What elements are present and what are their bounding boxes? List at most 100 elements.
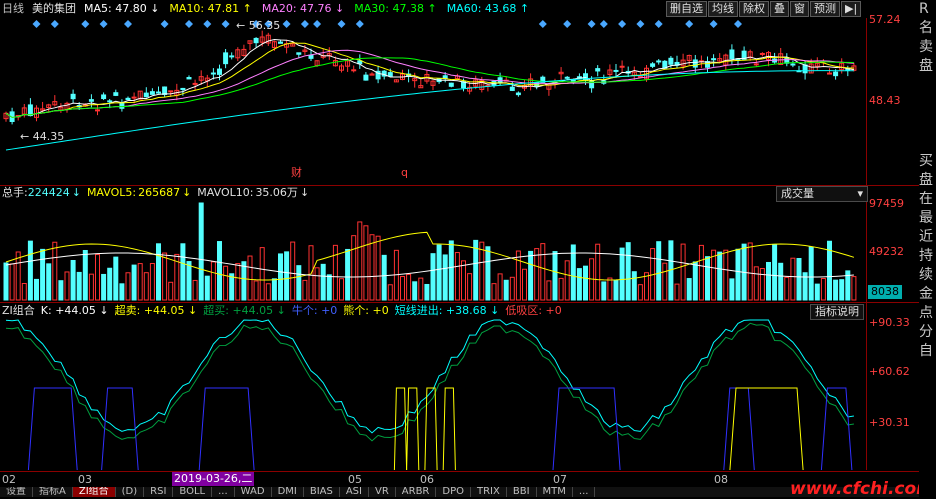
xaxis-label-may: 05 [348,473,362,486]
chevron-down-icon: ▾ [857,187,863,200]
volume-bar [290,241,296,301]
volume-dropdown-label: 成交量 [781,187,814,200]
volume-bar [686,278,692,301]
indicator-legend-item: 超买: +44.05 ↓ [203,304,286,317]
indicator-axis-low: +30.31 [869,416,910,429]
volume-bar [27,240,33,301]
indicator-tab[interactable]: ASI [340,487,369,497]
indicator-tab[interactable]: BBI [507,487,537,497]
signal-diamond-icon [99,20,108,28]
volume-bar [247,255,253,301]
indicator-help-button[interactable]: 指标说明 [810,304,864,320]
side-panel-glyph: 金 [919,286,933,302]
side-panel-glyph: 卖 [919,39,933,55]
volume-indicator-dropdown[interactable]: 成交量 ▾ [776,186,868,202]
indicator-tab[interactable]: ... [212,487,235,497]
indicator-tab[interactable]: ... [573,487,596,497]
indicator-tab[interactable]: DPO [436,487,471,497]
signal-diamond-icon [81,20,90,28]
indicator-tab[interactable]: BOLL [173,487,213,497]
volume-bar [674,283,680,301]
price-candle [223,52,229,65]
indicator-legend-item: 熊个: +0 [343,304,389,317]
bear-signal-pulse [442,387,456,470]
side-panel-glyph: 自 [919,343,933,359]
signal-diamond-icon [734,20,742,28]
volume-bar [503,279,509,301]
volume-bar [839,279,845,301]
volume-bar [278,253,283,301]
indicator-name[interactable]: ZI组合 [2,304,35,318]
indicator-tab[interactable]: 指标A [33,487,73,497]
volume-axis-mid: 49232 [869,245,904,258]
volume-bar [735,248,741,301]
high-price-marker: ← 56.35 [236,19,281,32]
volume-bar [772,244,778,301]
volume-bar [204,275,210,301]
volume-bar [491,283,497,301]
indicator-tab[interactable]: ZI组合 [72,487,116,497]
volume-bar [15,251,21,301]
total-volume-label: 总手: [2,186,28,199]
price-candle [70,93,76,100]
volume-bar [625,242,631,301]
price-candle [363,74,369,81]
bull-signal-pulse [198,387,255,470]
indicator-tab[interactable]: WAD [235,487,272,497]
volume-bar [192,279,198,301]
financial-report-marker[interactable]: 财 [291,166,302,180]
indicator-tab[interactable]: MTM [537,487,573,497]
ma-line [5,57,854,118]
q-event-marker[interactable]: q [401,166,408,180]
volume-bar [259,247,265,301]
volume-bar [729,278,735,301]
price-candle [570,79,576,82]
indicator-tab[interactable]: RSI [144,487,174,497]
indicator-legend-item: 牛个: +0 [291,304,338,317]
indicator-legend-item: 短线进出: +38.68 ↓ [394,304,500,317]
volume-bar [95,254,100,301]
indicator-tab[interactable]: 设置 [0,487,33,497]
price-candle [802,64,808,74]
watermark: www.cfchi.com [790,479,934,499]
volume-bar [522,268,527,301]
indicator-legend-item: 低吸区: +0 [505,304,562,317]
volume-bar [345,248,351,301]
volume-bar [424,283,430,301]
volume-bar [180,243,186,301]
indicator-tab[interactable]: DMI [272,487,304,497]
volume-bar [101,273,107,301]
indicator-tab[interactable]: VR [369,487,396,497]
price-candle [101,94,107,100]
price-candle [351,69,357,72]
indicator-tab[interactable]: (D) [116,487,145,497]
price-candle [125,97,131,101]
indicator-tab[interactable]: BIAS [304,487,340,497]
volume-bar [479,241,485,301]
volume-bar [21,282,27,301]
signal-diamond-icon [654,20,663,28]
side-panel-glyph [919,95,936,114]
chart-canvas[interactable] [0,0,866,470]
volume-bar [229,273,235,301]
xaxis-label-jun: 06 [420,473,434,486]
side-panel-glyph: 买 [919,153,933,169]
volume-bar [814,283,820,301]
mavol5-label: MAVOL5: [86,186,137,199]
price-candle [210,72,216,75]
volume-bar [162,252,168,301]
price-candle [387,72,393,77]
volume-bar [723,249,729,301]
price-candle [613,69,619,72]
price-candle [27,104,33,117]
signal-diamond-icon [160,20,169,28]
volume-bar [509,276,515,301]
indicator-tab[interactable]: TRIX [471,487,507,497]
signal-diamond-icon [587,20,596,28]
volume-bar [406,273,412,301]
indicator-tab[interactable]: ARBR [396,487,437,497]
price-candle [515,92,521,96]
volume-bar [339,278,344,301]
volume-bar [680,243,686,301]
price-candle [180,87,186,91]
